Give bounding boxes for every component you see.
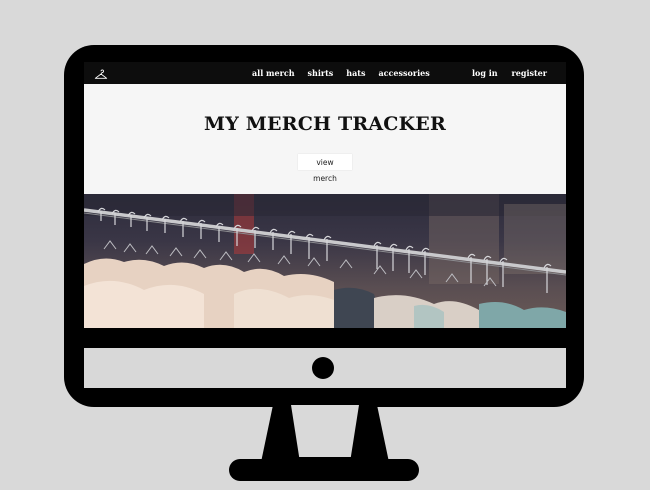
nav-hats[interactable]: hats [346, 68, 365, 78]
monitor-stand-cutout [291, 405, 359, 457]
nav-shirts[interactable]: shirts [308, 68, 334, 78]
clothes-rack-image [84, 194, 566, 328]
monitor-base [229, 459, 419, 481]
navbar: all merch shirts hats accessories log in… [84, 62, 566, 84]
login-link[interactable]: log in [472, 68, 498, 78]
screen: all merch shirts hats accessories log in… [84, 62, 566, 328]
hanger-icon[interactable] [94, 66, 108, 79]
nav-auth: log in register [472, 62, 547, 84]
nav-all-merch[interactable]: all merch [252, 68, 295, 78]
register-link[interactable]: register [512, 68, 547, 78]
nav-accessories[interactable]: accessories [379, 68, 430, 78]
hero-section: MY MERCH TRACKER view merch [84, 84, 566, 194]
power-button [312, 357, 334, 379]
page-title: MY MERCH TRACKER [204, 113, 446, 135]
nav-links: all merch shirts hats accessories [252, 62, 430, 84]
view-merch-button[interactable]: view merch [298, 154, 352, 183]
